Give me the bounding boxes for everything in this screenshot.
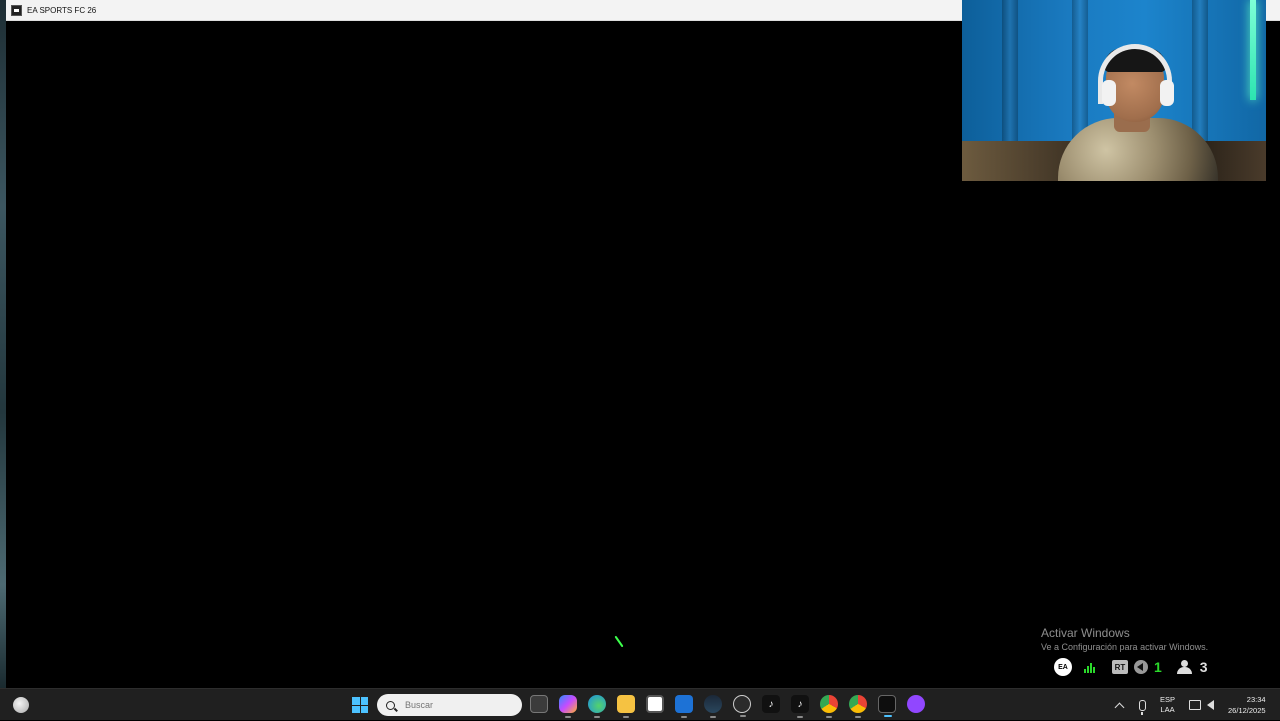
webcam-overlay <box>962 0 1266 181</box>
tiktok-icon[interactable]: ♪ <box>762 695 780 713</box>
clock-time: 23:34 <box>1246 695 1266 704</box>
taskbar-search[interactable] <box>377 694 522 716</box>
watermark-title: Activar Windows <box>1041 626 1130 640</box>
clock[interactable]: 23:34 26/12/2025 <box>1228 694 1266 716</box>
headset-earcup-right <box>1160 80 1174 106</box>
network-icon[interactable] <box>1189 700 1202 710</box>
steam-icon[interactable] <box>704 695 722 718</box>
app-icon[interactable] <box>733 695 751 717</box>
rt-button-icon: RT <box>1112 660 1128 674</box>
left-arrow-icon <box>1134 660 1148 674</box>
tiktok-live-icon[interactable]: ♪ <box>791 695 809 718</box>
clock-date: 26/12/2025 <box>1228 706 1266 715</box>
green-count: 1 <box>1154 659 1162 675</box>
file-explorer-icon[interactable] <box>617 695 635 718</box>
twitch-icon[interactable] <box>907 695 925 713</box>
copilot-icon[interactable] <box>559 695 577 718</box>
ea-logo-icon: EA <box>1054 658 1072 676</box>
search-icon <box>386 700 395 710</box>
window-title: EA SPORTS FC 26 <box>27 5 97 15</box>
chrome-icon[interactable] <box>820 695 838 718</box>
taskbar: ♪ ♪ ESP LAA 23:34 26/12/2025 <box>0 688 1280 720</box>
ea-fc-app-icon <box>11 4 22 16</box>
activate-windows-watermark: Activar Windows Ve a Configuración para … <box>1041 626 1208 652</box>
edge-icon[interactable] <box>588 695 606 718</box>
microsoft-store-icon[interactable] <box>646 695 664 713</box>
watermark-subtitle: Ve a Configuración para activar Windows. <box>1041 642 1209 652</box>
players-count: 3 <box>1199 659 1208 675</box>
game-overlay-stats: EA RT 1 3 <box>1054 656 1208 678</box>
volume-icon[interactable] <box>1207 700 1215 710</box>
system-tray: ESP LAA 23:34 26/12/2025 <box>1114 689 1266 721</box>
connection-signal-icon <box>1084 661 1098 673</box>
chrome-profile-icon[interactable] <box>849 695 867 718</box>
start-button[interactable] <box>352 697 368 713</box>
led-light <box>1250 0 1256 100</box>
language-code: ESP <box>1160 695 1176 704</box>
taskbar-apps: ♪ ♪ <box>530 695 925 718</box>
players-icon <box>1176 660 1194 674</box>
outlook-icon[interactable] <box>675 695 693 718</box>
task-view-icon[interactable] <box>530 695 548 713</box>
language-indicator[interactable]: ESP LAA <box>1160 695 1175 715</box>
ea-fc-icon[interactable] <box>878 695 896 717</box>
keyboard-layout: LAA <box>1160 705 1175 714</box>
headset-earcup-left <box>1102 80 1116 106</box>
widgets-icon[interactable] <box>13 697 29 713</box>
microphone-icon[interactable] <box>1139 699 1146 715</box>
search-input[interactable] <box>403 699 517 711</box>
show-hidden-icons-icon[interactable] <box>1114 702 1125 712</box>
